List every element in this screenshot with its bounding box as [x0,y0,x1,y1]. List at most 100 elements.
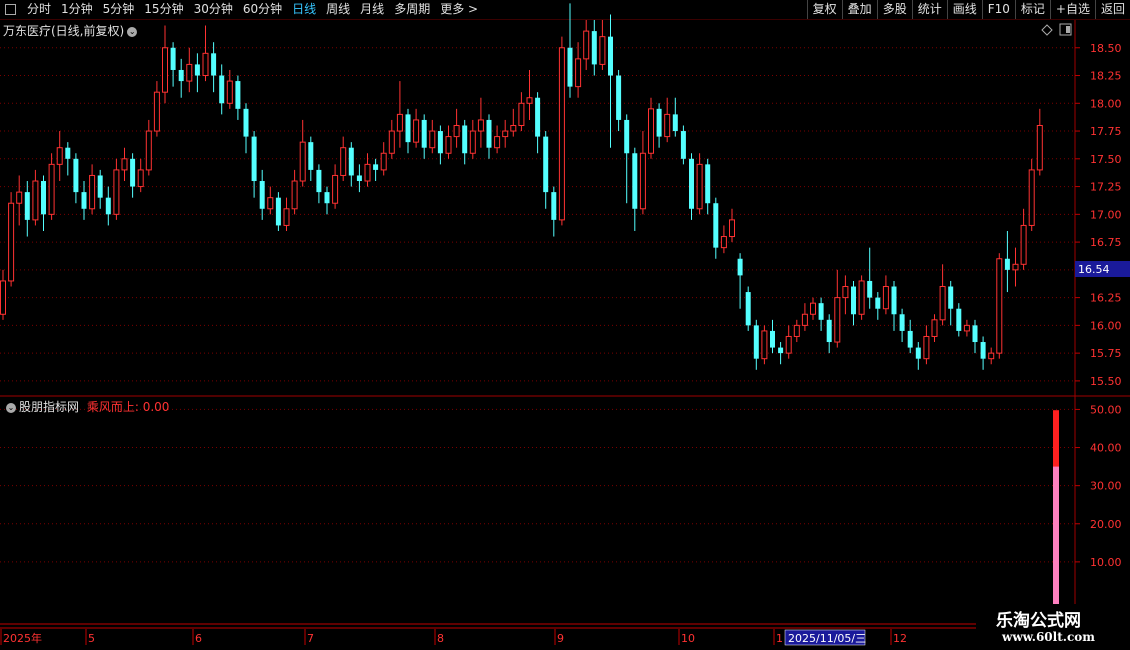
candle-body-down [737,258,743,276]
candle-body-down [948,286,954,309]
candle-body-up [518,102,525,126]
indicator-dropdown-icon[interactable]: ⌄ [6,402,16,413]
candle-body-up [526,97,533,104]
candle-body-up [939,286,946,321]
candle-body-down [535,97,541,137]
indicator-axis: 50.00 40.00 30.00 20.00 10.00 [1075,403,1122,569]
diamond-icon[interactable] [1041,24,1053,36]
price-axis: 18.50 18.25 18.00 17.75 17.50 17.25 17.00 16.75… [1075,42,1122,388]
candle-body-down [632,153,638,209]
candle-body-up [664,113,671,138]
stock-chart[interactable]: 18.50 18.25 18.00 17.75 17.50 17.25 17.00 16.75… [0,0,1130,650]
candle-body-down [348,147,354,176]
candle-body-up [1036,124,1043,171]
candle-body-down [543,136,549,193]
time-tick-label: 8 [437,632,444,645]
candle-body-up [842,286,849,299]
title-dropdown-icon[interactable]: ⌄ [127,26,138,37]
candle-body-up [923,335,930,360]
candle-body-up [1028,169,1035,226]
candle-body-down [308,142,314,170]
indicator-panel-title: ⌄ 股朋指标网 乘风而上: 0.00 [3,398,169,415]
candle-body-up [963,324,970,332]
candle-body-up [153,91,160,132]
candle-body-up [113,169,120,215]
candle-body-up [396,113,403,132]
candle-body-down [405,114,411,143]
last-price-label: 16.54 [1078,263,1110,276]
candle-body-up [810,302,816,315]
indicator-source: 股朋指标网 [19,400,80,414]
candle-body-down [778,347,784,354]
time-tick-label: 5 [88,632,95,645]
candle-body-down [373,164,379,170]
candle-body-down [818,303,824,320]
cursor-date-label: 2025/11/05/三 [788,632,866,645]
candle-body-down [907,330,913,348]
candle-body-up [599,36,606,65]
candle-body-up [858,280,865,315]
candle-body-up [583,30,590,60]
candle-body-down [608,36,613,76]
candle-body-up [283,208,290,226]
last-price-tag: 16.54 [1075,261,1130,277]
candle-body-down [770,330,775,348]
candle-body-down [624,119,630,154]
candle-body-down [462,125,468,154]
price-tick-label: 17.50 [1090,153,1122,166]
candle-body-up [639,152,646,210]
candle-body-up [291,180,298,210]
candle-body-up [996,258,1003,354]
candle-body-up [0,280,6,315]
candle-body-down [656,108,662,137]
candle-body-down [437,131,443,154]
candle-body-down [275,197,281,226]
candle-body-up [226,80,233,104]
time-tick-label: 6 [195,632,202,645]
candle-body-up [364,163,371,182]
candle-body-up [162,47,168,93]
watermark: 乐淘公式网 www.60lt.com [978,604,1130,650]
candle-body-down [591,31,597,65]
candle-body-down [178,69,184,82]
candle-body-down [97,175,103,198]
candle-body-down [211,53,217,76]
candle-body-down [105,197,111,215]
candle-body-down [753,325,759,359]
candle-body-up [575,58,582,88]
candle-body-down [486,119,492,148]
candle-body-up [48,163,55,215]
candle-body-up [834,297,841,343]
indicator-grid [0,408,1075,563]
candle-body-down [65,147,71,159]
time-tick-label: 1 [776,632,783,645]
candle-body-down [356,175,362,182]
candle-body-up [801,313,808,326]
candle-body-up [696,163,703,210]
indicator-tick-label: 30.00 [1090,480,1122,493]
candle-body-up [299,141,306,182]
candle-body-up [202,52,209,77]
candle-body-up [469,130,476,154]
price-tick-label: 17.75 [1090,125,1122,138]
candle-body-up [186,63,193,82]
candle-body-down [324,192,330,204]
candle-body-up [494,136,501,149]
candle-body-down [915,347,921,359]
watermark-url: www.60lt.com [1002,630,1095,644]
candle-body-up [145,130,152,171]
candle-body-up [502,130,509,138]
price-tick-label: 17.25 [1090,181,1122,194]
candle-body-down [1004,258,1010,270]
candle-body-up [413,119,420,143]
candle-body-down [130,158,136,187]
candle-body-down [567,47,573,87]
price-tick-label: 16.25 [1090,292,1122,305]
candle-body-up [89,174,96,210]
candle-body-down [956,308,962,331]
price-tick-label: 17.00 [1090,208,1122,221]
candle-body-down [259,181,265,209]
candle-body-up [340,147,347,176]
indicator-tick-label: 40.00 [1090,442,1122,455]
price-tick-label: 16.75 [1090,236,1122,249]
